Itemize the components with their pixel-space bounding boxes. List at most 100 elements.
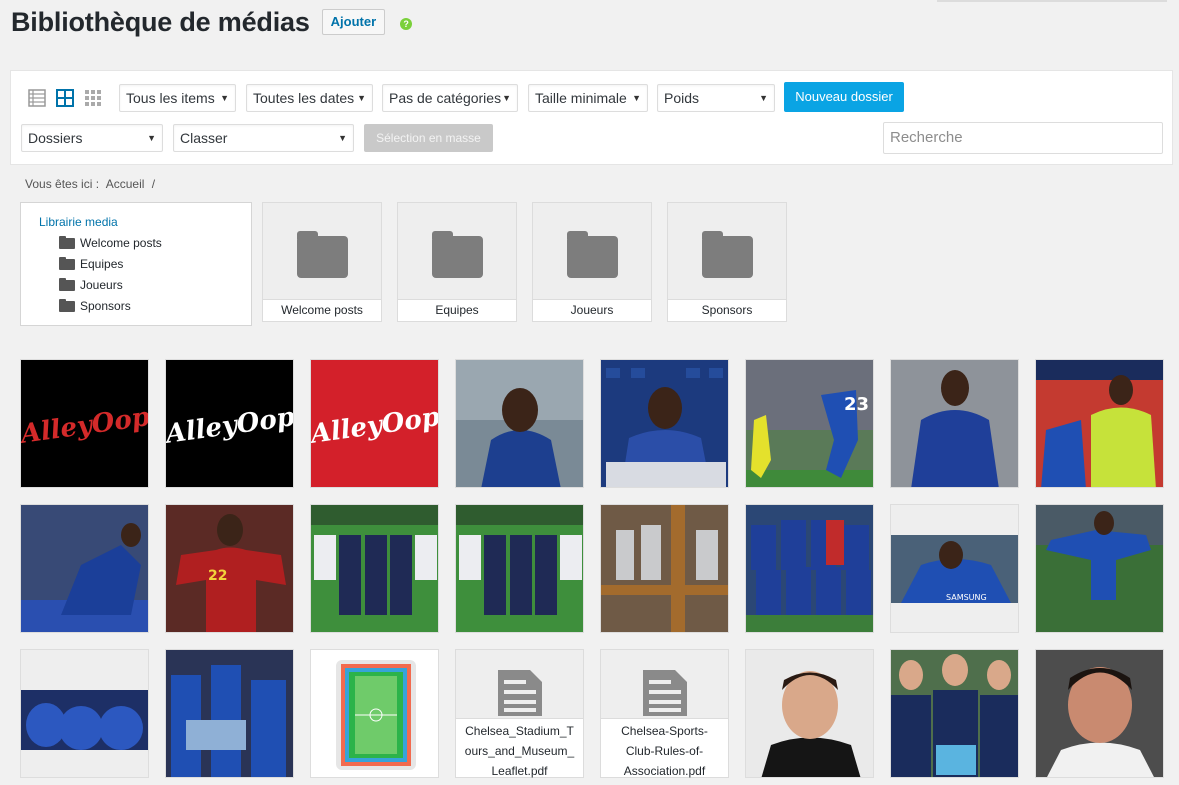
player-photo-image <box>456 360 583 487</box>
search-input[interactable]: Recherche <box>883 122 1163 154</box>
player-wide-image: SAMSUNG <box>891 505 1018 632</box>
folder-tile[interactable]: Welcome posts <box>262 202 382 322</box>
filter-type-select[interactable]: Tous les items ▼ <box>119 84 236 112</box>
folder-icon <box>59 298 75 312</box>
document-label: Chelsea_Stadium_T ours_and_Museum_ Leafl… <box>456 718 583 778</box>
svg-text:SAMSUNG: SAMSUNG <box>946 593 987 602</box>
media-thumbnail-coach-portrait[interactable] <box>1035 649 1164 778</box>
new-folder-button[interactable]: Nouveau dossier <box>784 82 904 112</box>
filter-date-label: Toutes les dates <box>253 90 355 106</box>
media-thumbnail-alleyoop-red[interactable]: AlleyOop <box>20 359 149 488</box>
document-tile[interactable]: Chelsea_Stadium_T ours_and_Museum_ Leafl… <box>455 649 584 778</box>
filter-category-select[interactable]: Pas de catégories ▼ <box>382 84 518 112</box>
media-thumbnail-team-celebration[interactable] <box>20 649 149 778</box>
media-thumbnail-belgium[interactable]: 22 <box>165 504 294 633</box>
folder-icon <box>432 231 483 278</box>
media-thumbnail-alleyoop-on-red[interactable]: AlleyOop <box>310 359 439 488</box>
tree-item[interactable]: Sponsors <box>59 298 131 313</box>
team-celebration-image <box>21 650 148 777</box>
chevron-down-icon: ▼ <box>759 93 768 103</box>
alleyoop-logo: AlleyOop <box>21 402 149 450</box>
document-label-line: Chelsea-Sports- <box>621 724 708 738</box>
folders-select[interactable]: Dossiers ▼ <box>21 124 163 152</box>
media-thumbnail-portrait[interactable] <box>745 649 874 778</box>
document-label: Chelsea-Sports- Club-Rules-of- Associati… <box>601 718 728 778</box>
document-label-line: Club-Rules-of- <box>625 744 704 758</box>
document-label-line: ours_and_Museum_ <box>464 744 575 758</box>
add-media-button[interactable]: Ajouter <box>321 9 386 35</box>
player-blue-kit-image <box>891 360 1018 487</box>
folder-icon <box>59 235 75 249</box>
document-label-line: Association.pdf <box>623 764 706 778</box>
help-icon[interactable]: ? <box>400 18 413 30</box>
folder-icon <box>297 231 348 278</box>
folder-tile[interactable]: Equipes <box>397 202 517 322</box>
list-view-icon[interactable] <box>28 89 46 107</box>
tree-item[interactable]: Joueurs <box>59 277 123 292</box>
filter-weight-select[interactable]: Poids ▼ <box>657 84 775 112</box>
media-thumbnail-presentation[interactable] <box>1035 359 1164 488</box>
sort-select[interactable]: Classer ▼ <box>173 124 354 152</box>
fans-banner-image <box>166 650 293 777</box>
media-thumbnail-alleyoop-white[interactable]: AlleyOop <box>165 359 294 488</box>
document-icon <box>498 670 542 716</box>
stadium-seating-map-image <box>311 650 438 777</box>
team-lineup-image <box>746 505 873 632</box>
coaches-trophy-image <box>891 650 1018 777</box>
grid-view-icon[interactable] <box>56 89 74 107</box>
media-thumbnail-trophies[interactable] <box>600 504 729 633</box>
page-title: Bibliothèque de médias <box>11 6 310 37</box>
tree-item-label: Welcome posts <box>80 236 162 250</box>
chevron-down-icon: ▼ <box>632 93 641 103</box>
folder-tile[interactable]: Joueurs <box>532 202 652 322</box>
folder-tree: Librairie media Welcome posts Equipes Jo… <box>20 202 252 326</box>
folder-tile-label: Equipes <box>398 299 516 321</box>
tree-item-label: Sponsors <box>80 299 131 313</box>
portrait-image <box>746 650 873 777</box>
folder-tile-label: Welcome posts <box>263 299 381 321</box>
alleyoop-logo: AlleyOop <box>166 402 293 450</box>
player-presentation-image <box>1036 360 1163 487</box>
filter-weight-label: Poids <box>664 90 700 106</box>
bulk-select-button[interactable]: Sélection en masse <box>364 124 493 152</box>
player-signing-image <box>601 360 728 487</box>
media-thumbnail-coaches-trophy[interactable] <box>890 649 1019 778</box>
sort-select-label: Classer <box>180 130 228 146</box>
media-thumbnail-player[interactable] <box>455 359 584 488</box>
belgium-player-image: 22 <box>166 505 293 632</box>
alleyoop-logo-text: AlleyOop <box>21 402 149 450</box>
document-label-line: Chelsea_Stadium_T <box>465 724 574 738</box>
filter-type-label: Tous les items <box>126 90 215 106</box>
media-thumbnail-match[interactable]: 23 <box>745 359 874 488</box>
tree-root[interactable]: Librairie media <box>39 215 118 229</box>
folder-icon <box>59 277 75 291</box>
tree-item-label: Equipes <box>80 257 124 271</box>
media-thumbnail-fans-banner[interactable] <box>165 649 294 778</box>
media-thumbnail-signing[interactable] <box>600 359 729 488</box>
media-thumbnail-stadium-map[interactable] <box>310 649 439 778</box>
media-thumbnail-team-lineup[interactable] <box>745 504 874 633</box>
breadcrumb-prefix: Vous êtes ici : <box>25 177 100 191</box>
document-tile[interactable]: Chelsea-Sports- Club-Rules-of- Associati… <box>600 649 729 778</box>
top-divider <box>937 0 1167 2</box>
staff-group-image <box>311 505 438 632</box>
media-thumbnail-blue-kit[interactable] <box>890 359 1019 488</box>
media-thumbnail-celebration[interactable] <box>20 504 149 633</box>
media-thumbnail-staff[interactable] <box>310 504 439 633</box>
small-grid-view-icon[interactable] <box>84 89 102 107</box>
breadcrumb-home[interactable]: Accueil <box>106 177 145 191</box>
staff-group-image <box>456 505 583 632</box>
tree-item[interactable]: Equipes <box>59 256 124 271</box>
filter-date-select[interactable]: Toutes les dates ▼ <box>246 84 373 112</box>
media-thumbnail-staff-2[interactable] <box>455 504 584 633</box>
tree-item-label: Joueurs <box>80 278 123 292</box>
document-icon <box>643 670 687 716</box>
celebration-image <box>21 505 148 632</box>
tree-item[interactable]: Welcome posts <box>59 235 162 250</box>
folder-icon <box>59 256 75 270</box>
media-thumbnail-player-wide[interactable]: SAMSUNG <box>890 504 1019 633</box>
media-thumbnail-player-running[interactable] <box>1035 504 1164 633</box>
folders-select-label: Dossiers <box>28 130 83 146</box>
filter-size-select[interactable]: Taille minimale ▼ <box>528 84 648 112</box>
folder-tile[interactable]: Sponsors <box>667 202 787 322</box>
